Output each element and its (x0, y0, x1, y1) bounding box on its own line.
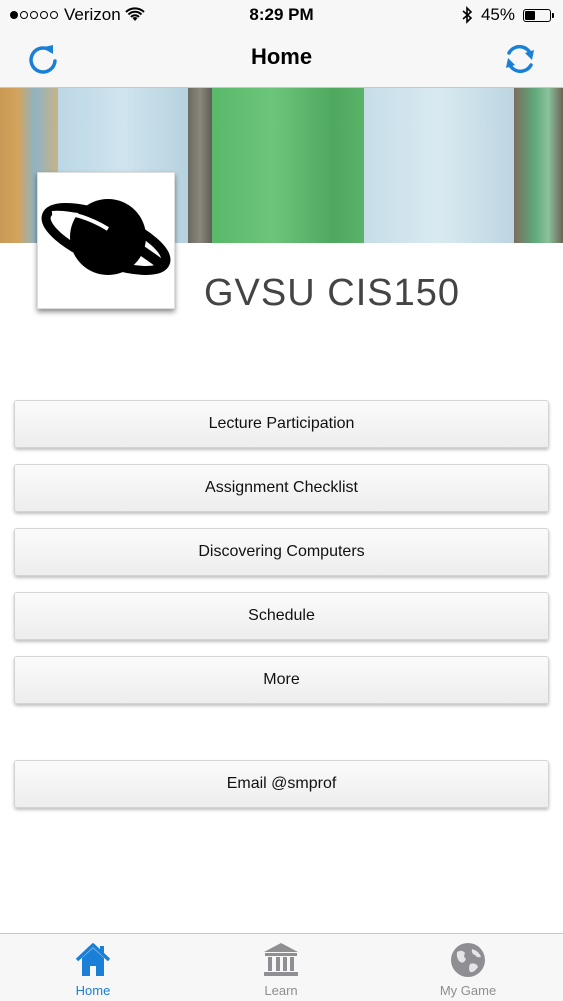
battery-icon (523, 8, 554, 22)
tab-learn-label: Learn (264, 983, 298, 998)
discovering-computers-button[interactable]: Discovering Computers (14, 528, 549, 576)
assignment-checklist-button[interactable]: Assignment Checklist (14, 464, 549, 512)
sync-button[interactable] (499, 38, 541, 80)
tab-bar: Home Learn My Game (0, 933, 563, 1001)
navigation-bar: Home (0, 30, 563, 88)
more-button[interactable]: More (14, 656, 549, 704)
tab-my-game-label: My Game (439, 983, 497, 998)
schedule-button[interactable]: Schedule (14, 592, 549, 640)
tab-home-label: Home (75, 983, 111, 998)
building-icon (264, 943, 298, 976)
status-bar: Verizon 8:29 PM 45% (0, 0, 563, 30)
battery-fill (525, 10, 536, 20)
battery-percent: 45% (480, 5, 515, 24)
tab-my-game[interactable]: My Game (398, 934, 538, 1001)
course-title: GVSU CIS150 (204, 272, 460, 314)
lecture-participation-button[interactable]: Lecture Participation (14, 400, 549, 448)
tab-home[interactable]: Home (23, 934, 163, 1001)
page-title: Home (250, 44, 313, 69)
email-button[interactable]: Email @smprof (14, 760, 549, 808)
house-icon (75, 943, 111, 976)
tab-learn[interactable]: Learn (211, 934, 351, 1001)
sync-icon (506, 44, 534, 74)
course-logo (37, 172, 175, 309)
bluetooth-icon (462, 6, 473, 24)
planet-icon (41, 199, 171, 275)
globe-icon (451, 943, 485, 977)
status-right: 45% (461, 0, 554, 30)
